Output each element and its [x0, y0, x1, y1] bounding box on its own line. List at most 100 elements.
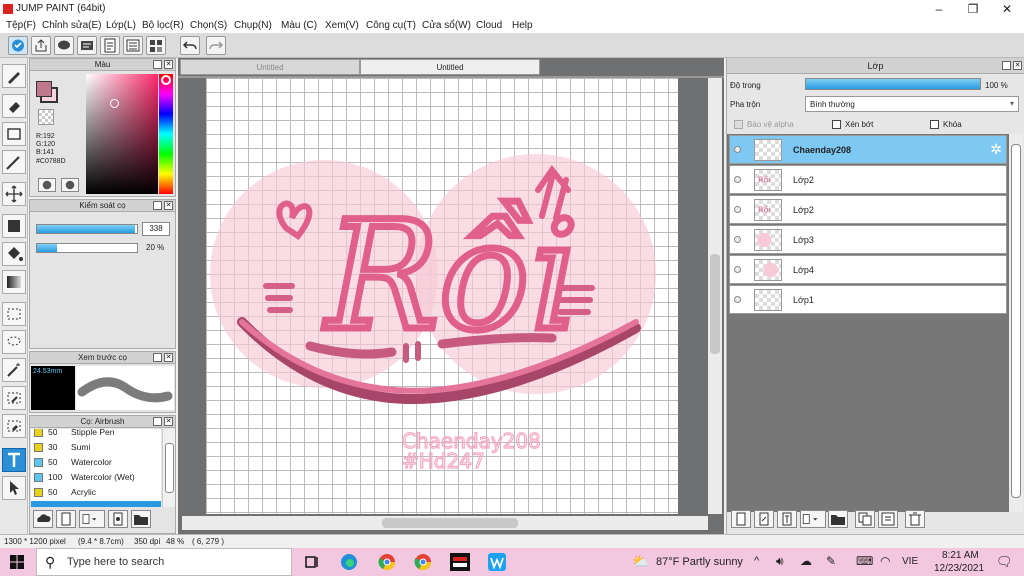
- color-palette-icon[interactable]: [38, 178, 56, 192]
- layer-item[interactable]: Lớp4: [729, 255, 1007, 284]
- wifi-icon[interactable]: ◠: [880, 554, 890, 568]
- redo-icon[interactable]: [206, 36, 226, 55]
- menu-capture[interactable]: Chụp(N): [234, 20, 272, 31]
- speaker-icon[interactable]: 🔊︎: [776, 554, 784, 569]
- new-brush-icon[interactable]: [56, 510, 76, 528]
- eyedropper-icon[interactable]: [61, 178, 79, 192]
- float-icon[interactable]: [153, 60, 162, 69]
- add-layer-menu-icon[interactable]: [800, 510, 826, 528]
- list-item[interactable]: 50 Watercolor: [31, 455, 161, 470]
- layer-item[interactable]: Rồi Lớp2: [729, 195, 1007, 224]
- chevron-up-icon[interactable]: ^: [754, 555, 759, 567]
- brush-cloud-icon[interactable]: [33, 510, 53, 528]
- eye-icon[interactable]: [734, 236, 741, 243]
- brush-settings-icon[interactable]: [108, 510, 128, 528]
- eraser-tool-icon[interactable]: [2, 94, 26, 118]
- list-item[interactable]: 50 Stipple Pen: [31, 429, 161, 440]
- close-icon[interactable]: ✕: [164, 201, 173, 210]
- float-icon[interactable]: [153, 353, 162, 362]
- eye-icon[interactable]: [734, 146, 741, 153]
- list-item[interactable]: 30 Sumi: [31, 440, 161, 455]
- brush-options-icon[interactable]: [79, 510, 105, 528]
- list-item[interactable]: 100 Watercolor (Wet): [31, 470, 161, 485]
- eye-icon[interactable]: [734, 206, 741, 213]
- menu-window[interactable]: Cửa sổ(W): [422, 20, 471, 31]
- menu-filter[interactable]: Bộ lọc(R): [142, 20, 184, 31]
- new-layer-icon[interactable]: [731, 510, 751, 528]
- brush-tool-icon[interactable]: [2, 64, 26, 88]
- select-eraser-tool-icon[interactable]: [2, 414, 26, 438]
- clock-date[interactable]: 12/23/2021: [934, 563, 984, 574]
- close-icon[interactable]: ✕: [164, 353, 173, 362]
- horizontal-scrollbar[interactable]: [182, 516, 708, 530]
- lock-checkbox[interactable]: [930, 120, 939, 129]
- operation-tool-icon[interactable]: [2, 476, 26, 500]
- hue-slider[interactable]: [159, 74, 173, 194]
- clipping-checkbox[interactable]: [832, 120, 841, 129]
- select-pen-tool-icon[interactable]: [2, 386, 26, 410]
- brush-opacity-slider[interactable]: [36, 243, 138, 253]
- selected-list-item[interactable]: [31, 501, 161, 507]
- notifications-icon[interactable]: 🗨︎: [996, 554, 1013, 570]
- pen-ink-icon[interactable]: ✎: [826, 554, 836, 568]
- task-view-icon[interactable]: [304, 554, 320, 570]
- undo-icon[interactable]: [180, 36, 200, 55]
- blend-mode-select[interactable]: Bình thường ▾: [805, 96, 1019, 112]
- keyboard-icon[interactable]: ⌨︎: [856, 554, 873, 568]
- brush-list-scrollbar[interactable]: [162, 429, 175, 507]
- fill-rect-tool-icon[interactable]: [2, 214, 26, 238]
- layer-item[interactable]: Lớp3: [729, 225, 1007, 254]
- minimize-button[interactable]: –: [922, 0, 956, 18]
- duplicate-layer-icon[interactable]: [855, 510, 875, 528]
- foreground-color-swatch[interactable]: [36, 81, 52, 97]
- menu-cloud[interactable]: Cloud: [476, 20, 502, 31]
- jump-paint-app-icon[interactable]: [450, 553, 470, 571]
- pen-tool-icon[interactable]: [2, 150, 26, 174]
- eye-icon[interactable]: [734, 266, 741, 273]
- grid-settings-icon[interactable]: [146, 36, 166, 55]
- menu-tools[interactable]: Công cụ(T): [366, 20, 416, 31]
- document-icon[interactable]: [100, 36, 120, 55]
- menu-file[interactable]: Tệp(F): [6, 20, 36, 31]
- close-icon[interactable]: ✕: [1013, 61, 1022, 70]
- chrome-icon[interactable]: [378, 553, 396, 571]
- float-icon[interactable]: [153, 417, 162, 426]
- menu-layer[interactable]: Lớp(L): [106, 20, 136, 31]
- close-button[interactable]: ✕: [990, 0, 1024, 18]
- word-app-icon[interactable]: [488, 553, 506, 571]
- layer-item[interactable]: Rồi Lớp2: [729, 165, 1007, 194]
- gear-icon[interactable]: ✲: [990, 141, 1002, 158]
- horizontal-scroll-thumb[interactable]: [382, 518, 518, 528]
- close-icon[interactable]: ✕: [164, 60, 173, 69]
- menu-edit[interactable]: Chỉnh sửa(E): [42, 20, 102, 31]
- menu-help[interactable]: Help: [512, 20, 533, 31]
- brush-size-value[interactable]: 338: [142, 222, 170, 236]
- close-icon[interactable]: ✕: [164, 417, 173, 426]
- menu-color[interactable]: Màu (C): [281, 20, 317, 31]
- eye-icon[interactable]: [734, 176, 741, 183]
- list-icon[interactable]: [123, 36, 143, 55]
- rectangle-tool-icon[interactable]: [2, 122, 26, 146]
- message-icon[interactable]: [77, 36, 97, 55]
- export-icon[interactable]: [31, 36, 51, 55]
- weather-text[interactable]: 87°F Partly sunny: [656, 556, 743, 568]
- comment-icon[interactable]: [54, 36, 74, 55]
- merge-layer-icon[interactable]: [878, 510, 898, 528]
- menu-view[interactable]: Xem(V): [325, 20, 359, 31]
- lasso-tool-icon[interactable]: [2, 330, 26, 354]
- text-tool-icon[interactable]: [2, 448, 26, 472]
- chrome-profile-icon[interactable]: [414, 553, 432, 571]
- list-item[interactable]: 50 Acrylic: [31, 485, 161, 500]
- gradient-tool-icon[interactable]: [2, 270, 26, 294]
- brush-folder-icon[interactable]: [131, 510, 151, 528]
- vertical-scrollbar[interactable]: [708, 78, 722, 514]
- bucket-tool-icon[interactable]: [2, 242, 26, 266]
- saturation-value-picker[interactable]: [86, 74, 158, 194]
- layer-folder-icon[interactable]: [828, 510, 848, 528]
- new-text-layer-icon[interactable]: [777, 510, 797, 528]
- maximize-button[interactable]: ❐: [956, 0, 990, 18]
- windows-start-icon[interactable]: [10, 555, 24, 569]
- tab-untitled-1[interactable]: Untitled: [180, 59, 360, 75]
- magic-wand-tool-icon[interactable]: [2, 358, 26, 382]
- taskbar-search-input[interactable]: ⚲ Type here to search: [36, 548, 292, 576]
